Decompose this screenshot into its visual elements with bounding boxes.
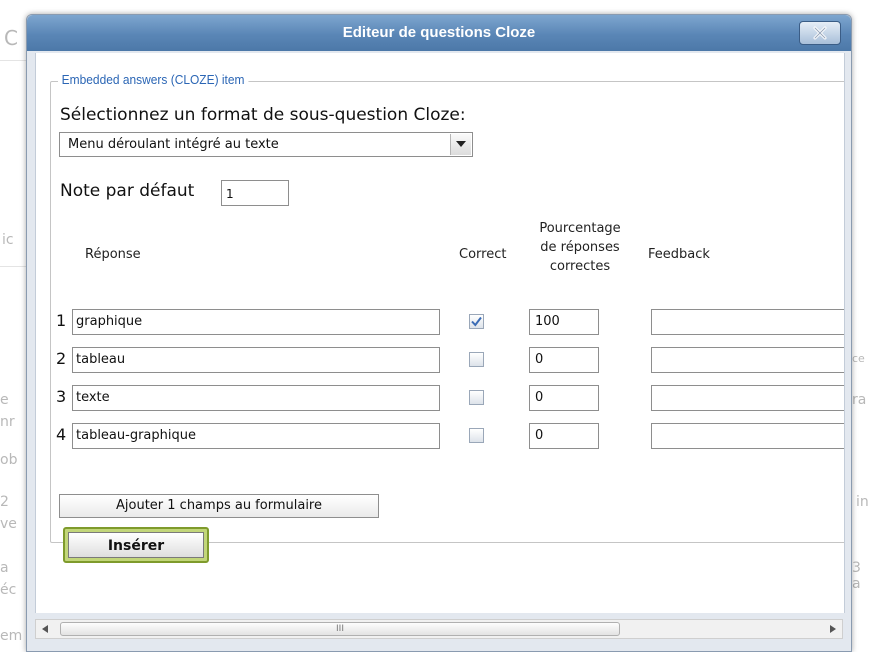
arrow-left-icon[interactable] — [36, 620, 54, 638]
background-text: ra — [852, 392, 867, 408]
dialog-content: Embedded answers (CLOZE) item Sélectionn… — [35, 53, 845, 613]
scrollbar-thumb[interactable]: III — [60, 622, 620, 636]
feedback-input[interactable] — [651, 309, 844, 335]
percentage-input[interactable]: 0 — [529, 423, 599, 449]
format-select-value: Menu déroulant intégré au texte — [68, 137, 279, 152]
background-text: ic — [2, 232, 14, 248]
horizontal-scrollbar[interactable]: III — [35, 619, 843, 639]
feedback-input[interactable] — [651, 385, 844, 411]
background-text: nr — [0, 414, 15, 430]
header-feedback: Feedback — [648, 247, 710, 262]
answer-row: 4 tableau-graphique 0 — [36, 423, 844, 451]
add-field-button[interactable]: Ajouter 1 champs au formulaire — [59, 494, 379, 518]
correct-checkbox[interactable] — [469, 428, 484, 443]
background-divider — [0, 266, 26, 267]
percentage-input[interactable]: 0 — [529, 347, 599, 373]
percentage-input[interactable]: 100 — [529, 309, 599, 335]
format-label: Sélectionnez un format de sous-question … — [60, 105, 466, 125]
answer-row: 3 texte 0 — [36, 385, 844, 413]
close-icon — [813, 26, 827, 40]
background-text: in — [856, 494, 869, 510]
feedback-input[interactable] — [651, 347, 844, 373]
header-percentage: Pourcentage de réponses correctes — [524, 219, 636, 276]
background-text: éc — [0, 582, 17, 598]
format-select[interactable]: Menu déroulant intégré au texte — [59, 132, 473, 157]
feedback-input[interactable] — [651, 423, 844, 449]
insert-button-frame: Insérer — [63, 527, 209, 563]
close-button[interactable] — [799, 21, 841, 45]
answer-input[interactable]: texte — [72, 385, 440, 411]
background-text: a — [0, 560, 9, 576]
header-percentage-line1: Pourcentage — [539, 221, 621, 236]
scrollbar-grip: III — [336, 624, 344, 634]
dialog-titlebar[interactable]: Editeur de questions Cloze — [27, 15, 851, 51]
header-answer: Réponse — [85, 247, 141, 262]
row-number: 3 — [56, 387, 67, 406]
header-percentage-line3: correctes — [549, 259, 611, 274]
answer-row: 1 graphique 100 — [36, 309, 844, 337]
row-number: 2 — [56, 349, 67, 368]
correct-checkbox[interactable] — [469, 314, 484, 329]
correct-checkbox[interactable] — [469, 390, 484, 405]
header-percentage-line2: de réponses — [540, 240, 620, 255]
answer-row: 2 tableau 0 — [36, 347, 844, 375]
fieldset-legend: Embedded answers (CLOZE) item — [58, 72, 249, 87]
background-text: ve — [0, 516, 17, 532]
answer-input[interactable]: tableau — [72, 347, 440, 373]
background-text: e — [0, 392, 9, 408]
background-text: 3 a — [852, 560, 861, 592]
header-correct: Correct — [459, 247, 507, 262]
background-text: C — [4, 26, 18, 50]
default-grade-input[interactable]: 1 — [221, 180, 289, 206]
background-text: ce — [852, 352, 865, 365]
percentage-input[interactable]: 0 — [529, 385, 599, 411]
arrow-right-icon[interactable] — [824, 620, 842, 638]
cloze-editor-dialog: Editeur de questions Cloze Embedded answ… — [26, 14, 852, 652]
insert-button[interactable]: Insérer — [68, 532, 204, 558]
chevron-down-icon[interactable] — [450, 134, 471, 155]
background-text: em — [0, 628, 23, 644]
answer-input[interactable]: graphique — [72, 309, 440, 335]
checkmark-icon — [471, 316, 482, 327]
default-grade-label: Note par défaut — [60, 181, 195, 201]
row-number: 1 — [56, 311, 67, 330]
background-divider — [0, 60, 26, 61]
background-text: 2 — [0, 494, 9, 510]
correct-checkbox[interactable] — [469, 352, 484, 367]
row-number: 4 — [56, 425, 67, 444]
background-text: ob — [0, 452, 18, 468]
dialog-title: Editeur de questions Cloze — [342, 24, 536, 41]
answer-input[interactable]: tableau-graphique — [72, 423, 440, 449]
